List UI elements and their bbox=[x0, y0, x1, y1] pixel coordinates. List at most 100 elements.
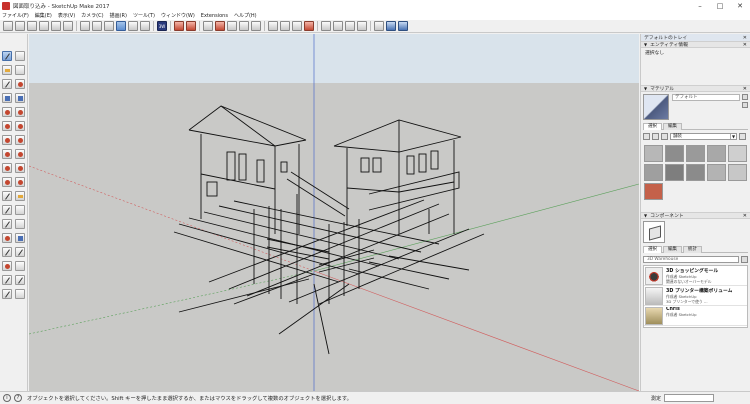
view-iso-icon[interactable] bbox=[3, 21, 13, 31]
back-icon[interactable] bbox=[643, 133, 650, 140]
zoom-extents-tool-icon[interactable] bbox=[2, 261, 12, 271]
pan-tool-icon[interactable] bbox=[15, 233, 25, 243]
3d-warehouse-icon[interactable]: 3W bbox=[157, 21, 167, 31]
modeling-viewport[interactable] bbox=[29, 34, 639, 391]
view-left-icon[interactable] bbox=[63, 21, 73, 31]
close-button[interactable]: ✕ bbox=[730, 0, 750, 11]
measurements-input[interactable] bbox=[664, 394, 715, 402]
monochrome-style-icon[interactable] bbox=[140, 21, 150, 31]
select-tool-icon[interactable] bbox=[2, 51, 12, 61]
entity-info-header[interactable]: ▼ エンティティ情報 ✕ bbox=[641, 41, 750, 48]
zoom-tool-icon[interactable] bbox=[2, 247, 12, 257]
tab-statistics[interactable]: 統計 bbox=[683, 246, 702, 253]
flip-edge-icon[interactable] bbox=[251, 21, 261, 31]
material-swatch[interactable] bbox=[728, 145, 747, 162]
menu-tools[interactable]: ツール(T) bbox=[133, 12, 155, 19]
position-camera-icon[interactable] bbox=[345, 21, 355, 31]
protractor-icon[interactable] bbox=[2, 205, 12, 215]
section-plane-icon[interactable] bbox=[268, 21, 278, 31]
shaded-style-icon[interactable] bbox=[116, 21, 126, 31]
materials-close-icon[interactable]: ✕ bbox=[743, 86, 747, 92]
list-item[interactable]: 3D プリンター構築ボリューム 作成者 SketchUp 3D プリンターで使う… bbox=[644, 286, 747, 306]
move-tool-icon[interactable] bbox=[2, 149, 12, 159]
zoom-window-icon[interactable] bbox=[15, 247, 25, 257]
help-icon[interactable]: ? bbox=[14, 394, 22, 402]
eraser-tool-icon[interactable] bbox=[15, 51, 25, 61]
section-cut-icon[interactable] bbox=[292, 21, 302, 31]
components-header[interactable]: ▼ コンポーネント ✕ bbox=[641, 212, 750, 219]
sandbox-from-scratch-icon[interactable] bbox=[186, 21, 196, 31]
material-swatch[interactable] bbox=[686, 145, 705, 162]
arc-tool-icon[interactable] bbox=[2, 121, 12, 131]
freehand-tool-icon[interactable] bbox=[15, 79, 25, 89]
rectangle-tool-icon[interactable] bbox=[2, 93, 12, 103]
circle-tool-icon[interactable] bbox=[2, 107, 12, 117]
axes-tool-icon[interactable] bbox=[2, 219, 12, 229]
view-front-icon[interactable] bbox=[27, 21, 37, 31]
paint-bucket-icon[interactable] bbox=[742, 102, 748, 108]
view-right-icon[interactable] bbox=[39, 21, 49, 31]
list-item[interactable]: 3D ショッピングモール 作成者 SketchUp 関連のないオーバーモデル bbox=[644, 266, 747, 286]
material-swatch[interactable] bbox=[644, 145, 663, 162]
info-icon[interactable]: i bbox=[3, 394, 11, 402]
minimize-button[interactable]: – bbox=[690, 0, 710, 11]
menu-draw[interactable]: 描画(R) bbox=[110, 12, 127, 19]
tray-close-icon[interactable]: ✕ bbox=[743, 35, 747, 41]
previous-view-icon[interactable] bbox=[15, 261, 25, 271]
list-item[interactable]: Chris 作成者 SketchUp bbox=[644, 306, 747, 326]
tab-edit[interactable]: 編集 bbox=[663, 246, 682, 253]
tab-edit[interactable]: 編集 bbox=[663, 123, 682, 130]
menu-window[interactable]: ウィンドウ(W) bbox=[161, 12, 195, 19]
offset-tool-icon[interactable] bbox=[15, 177, 25, 187]
material-swatch[interactable] bbox=[707, 145, 726, 162]
drape-icon[interactable] bbox=[227, 21, 237, 31]
component-search-input[interactable]: 3D Warehouse bbox=[643, 255, 739, 263]
menu-view[interactable]: 表示(V) bbox=[58, 12, 75, 19]
follow-me-icon[interactable] bbox=[15, 163, 25, 173]
material-swatch[interactable] bbox=[665, 145, 684, 162]
three-point-arc-icon[interactable] bbox=[15, 135, 25, 145]
material-swatch[interactable] bbox=[644, 164, 663, 181]
move-icon[interactable] bbox=[374, 21, 384, 31]
pie-tool-icon[interactable] bbox=[15, 121, 25, 131]
tape-measure-icon[interactable] bbox=[2, 191, 12, 201]
materials-header[interactable]: ▼ マテリアル ✕ bbox=[641, 85, 750, 92]
maximize-button[interactable]: □ bbox=[710, 0, 730, 11]
section-plane-tool-icon[interactable] bbox=[15, 289, 25, 299]
rotate-tool-icon[interactable] bbox=[2, 163, 12, 173]
scale-tool-icon[interactable] bbox=[2, 177, 12, 187]
walk-icon[interactable] bbox=[321, 21, 331, 31]
smoove-icon[interactable] bbox=[203, 21, 213, 31]
material-swatch[interactable] bbox=[665, 164, 684, 181]
section-fill-icon[interactable] bbox=[304, 21, 314, 31]
view-top-icon[interactable] bbox=[15, 21, 25, 31]
3d-text-icon[interactable] bbox=[15, 219, 25, 229]
push-pull-icon[interactable] bbox=[15, 149, 25, 159]
components-close-icon[interactable]: ✕ bbox=[743, 213, 747, 219]
entity-info-close-icon[interactable]: ✕ bbox=[743, 42, 747, 48]
forward-icon[interactable] bbox=[652, 133, 659, 140]
zoom-extents-icon[interactable] bbox=[357, 21, 367, 31]
view-back-icon[interactable] bbox=[51, 21, 61, 31]
add-detail-icon[interactable] bbox=[239, 21, 249, 31]
create-material-icon[interactable] bbox=[742, 94, 748, 100]
menu-edit[interactable]: 編集(E) bbox=[35, 12, 52, 19]
wireframe-style-icon[interactable] bbox=[92, 21, 102, 31]
look-around-icon[interactable] bbox=[333, 21, 343, 31]
textured-style-icon[interactable] bbox=[128, 21, 138, 31]
line-tool-icon[interactable] bbox=[2, 79, 12, 89]
component-icon[interactable] bbox=[15, 65, 25, 75]
menu-help[interactable]: ヘルプ(H) bbox=[234, 12, 257, 19]
material-swatch[interactable] bbox=[728, 164, 747, 181]
material-swatch[interactable] bbox=[707, 164, 726, 181]
xray-style-icon[interactable] bbox=[80, 21, 90, 31]
text-tool-icon[interactable] bbox=[15, 205, 25, 215]
tab-select[interactable]: 選択 bbox=[643, 246, 662, 253]
look-around-tool-icon[interactable] bbox=[15, 275, 25, 285]
rotated-rectangle-icon[interactable] bbox=[15, 93, 25, 103]
material-swatch[interactable] bbox=[644, 183, 663, 200]
material-collection-select[interactable]: 舗装 ▼ bbox=[670, 133, 737, 140]
two-point-arc-icon[interactable] bbox=[2, 135, 12, 145]
polygon-tool-icon[interactable] bbox=[15, 107, 25, 117]
extension-warehouse-icon[interactable] bbox=[398, 21, 408, 31]
